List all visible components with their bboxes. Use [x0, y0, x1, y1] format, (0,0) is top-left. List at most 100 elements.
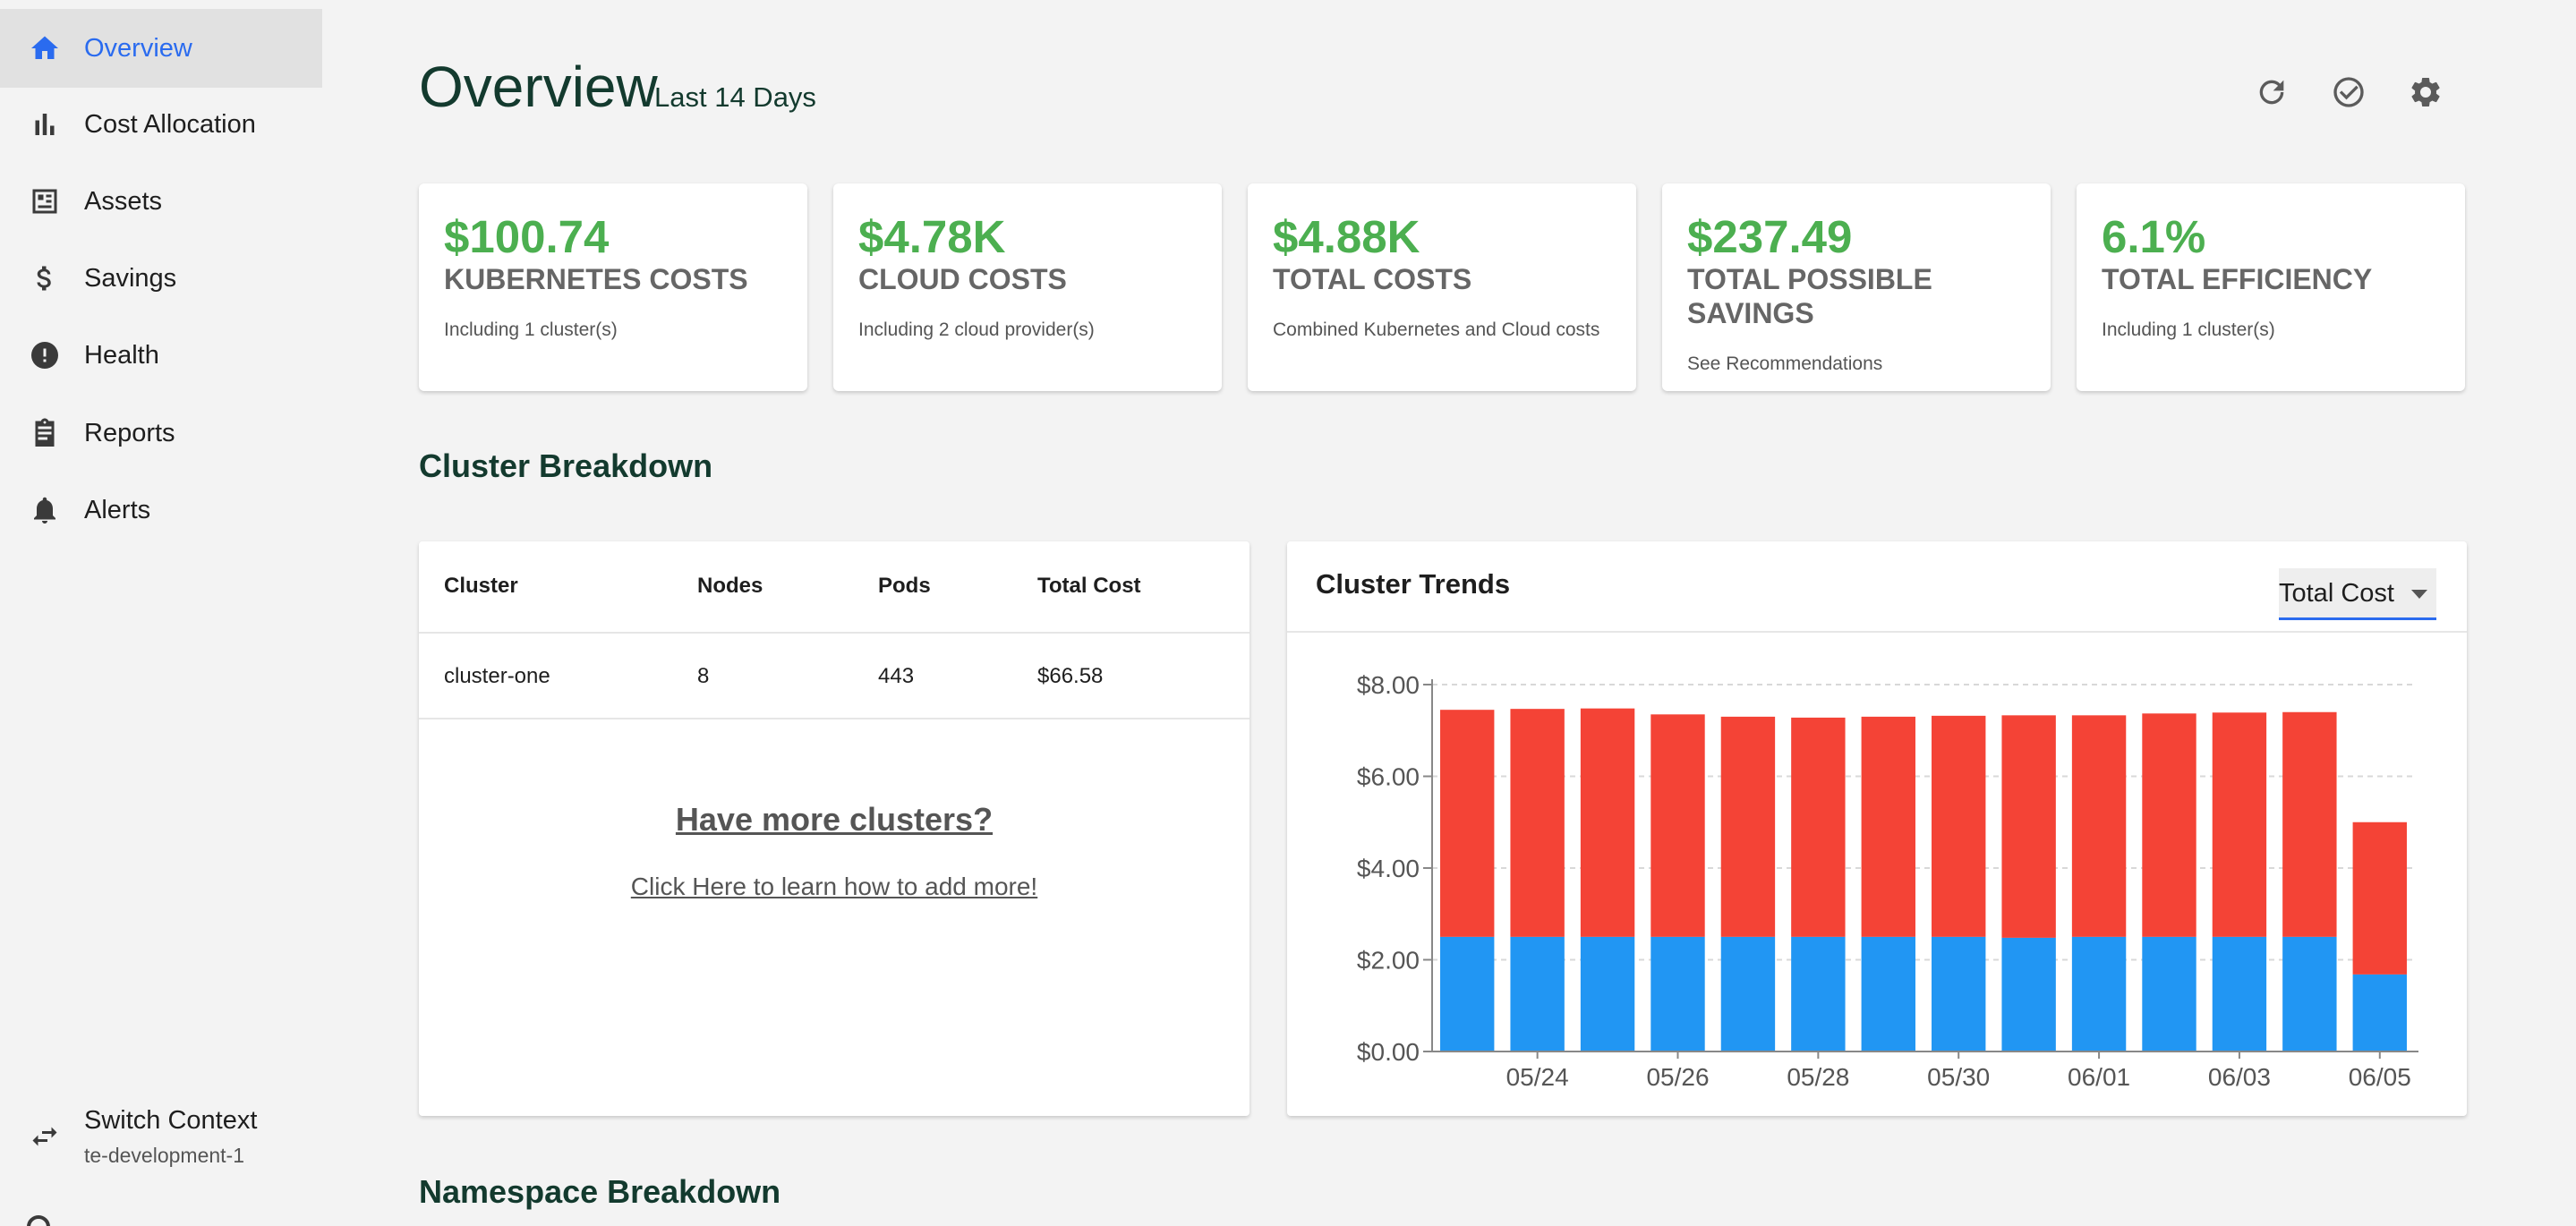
- y-tick-label: $2.00: [1357, 947, 1420, 975]
- bar-segment-0: [1651, 936, 1705, 1051]
- cell-cluster: cluster-one: [444, 664, 550, 688]
- metric-select[interactable]: Total Cost: [2279, 568, 2436, 620]
- sidebar-item-label: Overview: [84, 33, 192, 63]
- bar-segment-1: [1791, 717, 1846, 937]
- context-name: te-development-1: [84, 1144, 244, 1167]
- bar-segment-1: [1932, 715, 1986, 937]
- x-tick-label: 05/30: [1927, 1063, 1990, 1091]
- card-note: Including 2 cloud provider(s): [858, 319, 1095, 340]
- bar-segment-0: [2071, 936, 2127, 1051]
- dollar-icon: [27, 260, 63, 296]
- sidebar-item-label: Health: [84, 340, 159, 370]
- cell-nodes: 8: [697, 664, 710, 688]
- chevron-down-icon: [2411, 590, 2427, 599]
- sidebar-item-alerts[interactable]: Alerts: [0, 471, 322, 549]
- bar-segment-0: [1720, 936, 1776, 1051]
- bar-segment-0: [2212, 936, 2267, 1051]
- x-tick-label: 06/05: [2349, 1063, 2411, 1091]
- cluster-trends-chart: $0.00 $2.00 $4.00 $6.00 $8.00 05/24 05/26 05/28…: [1357, 671, 2418, 1091]
- x-tick-label: 05/28: [1787, 1063, 1849, 1091]
- cell-total-cost: $66.58: [1037, 664, 1104, 688]
- x-tick-label: 06/03: [2208, 1063, 2271, 1091]
- add-clusters-link[interactable]: Click Here to learn how to add more!: [419, 873, 1250, 901]
- bar-segment-0: [1791, 936, 1846, 1051]
- swap-icon: [27, 1119, 63, 1154]
- see-recommendations-link[interactable]: See Recommendations: [1687, 353, 1882, 375]
- x-tick-label: 05/24: [1506, 1063, 1569, 1091]
- column-header-pods[interactable]: Pods: [878, 574, 931, 599]
- cluster-breakdown-title: Cluster Breakdown: [419, 447, 713, 484]
- cluster-trends-panel: Cluster Trends Total Cost $0.00 $2.00 $4.0…: [1287, 541, 2467, 1116]
- card-value: $4.88K: [1273, 211, 1420, 262]
- bar-segment-0: [1510, 936, 1565, 1051]
- kubernetes-costs-card[interactable]: $100.74 KUBERNETES COSTS Including 1 clu…: [419, 183, 807, 391]
- sidebar-item-assets[interactable]: Assets: [0, 162, 322, 241]
- switch-context-label: Switch Context: [84, 1106, 258, 1135]
- sidebar-item-savings[interactable]: Savings: [0, 239, 322, 318]
- cluster-trends-title: Cluster Trends: [1316, 568, 1511, 600]
- bar-segment-1: [2352, 822, 2407, 975]
- check-button[interactable]: [2328, 72, 2369, 113]
- card-label: TOTAL POSSIBLE SAVINGS: [1687, 263, 1932, 329]
- card-label: TOTAL COSTS: [1273, 263, 1472, 295]
- card-label: KUBERNETES COSTS: [444, 263, 748, 295]
- bar-segment-0: [1932, 936, 1986, 1051]
- bell-icon: [27, 492, 63, 528]
- check-circle-icon: [2333, 77, 2364, 107]
- total-costs-card[interactable]: $4.88K TOTAL COSTS Combined Kubernetes a…: [1248, 183, 1636, 391]
- sidebar-item-label: Alerts: [84, 495, 151, 524]
- bar-segment-0: [2001, 937, 2056, 1051]
- switch-context-button[interactable]: Switch Context te-development-1: [0, 1099, 322, 1179]
- bar-segment-1: [1651, 714, 1705, 937]
- column-header-cluster[interactable]: Cluster: [444, 574, 518, 599]
- bar-segment-1: [2071, 715, 2127, 937]
- card-note: Combined Kubernetes and Cloud costs: [1273, 319, 1600, 340]
- settings-button[interactable]: [2405, 72, 2446, 113]
- bar-segment-1: [2142, 713, 2196, 937]
- card-label: TOTAL EFFICIENCY: [2102, 263, 2373, 295]
- card-note: Including 1 cluster(s): [444, 319, 618, 340]
- sidebar-item-reports[interactable]: Reports: [0, 394, 322, 473]
- bar-segment-1: [1720, 716, 1776, 937]
- bar-segment-0: [2142, 936, 2196, 1051]
- bar-segment-0: [1861, 936, 1915, 1051]
- refresh-button[interactable]: [2251, 72, 2292, 113]
- bar-chart-icon: [27, 106, 63, 142]
- bar-segment-1: [1580, 708, 1635, 937]
- cell-pods: 443: [878, 664, 915, 688]
- card-value: $237.49: [1687, 211, 1853, 262]
- total-efficiency-card[interactable]: 6.1% TOTAL EFFICIENCY Including 1 cluste…: [2077, 183, 2465, 391]
- bar-segment-1: [2212, 712, 2267, 937]
- total-possible-savings-card[interactable]: $237.49 TOTAL POSSIBLE SAVINGS See Recom…: [1662, 183, 2051, 391]
- y-tick-label: $0.00: [1357, 1038, 1420, 1066]
- card-value: 6.1%: [2102, 211, 2206, 262]
- page-subtitle: Last 14 Days: [654, 81, 816, 113]
- gear-icon: [2411, 77, 2440, 106]
- more-clusters-heading[interactable]: Have more clusters?: [419, 801, 1250, 839]
- bar-segment-1: [1861, 716, 1915, 937]
- column-header-nodes[interactable]: Nodes: [697, 574, 763, 599]
- sidebar-item-cost-allocation[interactable]: Cost Allocation: [0, 85, 322, 164]
- sidebar-item-label: Cost Allocation: [84, 109, 256, 139]
- table-row[interactable]: cluster-one 8 443 $66.58: [419, 634, 1250, 719]
- card-value: $100.74: [444, 211, 610, 262]
- y-tick-label: $6.00: [1357, 763, 1420, 791]
- bar-segment-0: [1440, 936, 1495, 1051]
- cloud-costs-card[interactable]: $4.78K CLOUD COSTS Including 2 cloud pro…: [833, 183, 1222, 391]
- cluster-table-panel: Cluster Nodes Pods Total Cost cluster-on…: [419, 541, 1250, 1116]
- column-header-total-cost[interactable]: Total Cost: [1037, 574, 1141, 599]
- y-tick-label: $4.00: [1357, 855, 1420, 882]
- sidebar-item-label: Savings: [84, 263, 177, 293]
- sidebar-item-label: Reports: [84, 418, 175, 447]
- bar-segment-0: [2282, 936, 2337, 1051]
- y-tick-label: $8.00: [1357, 671, 1420, 699]
- sidebar-item-health[interactable]: Health: [0, 316, 322, 395]
- sidebar-item-overview[interactable]: Overview: [0, 9, 322, 88]
- x-tick-label: 05/26: [1646, 1063, 1709, 1091]
- x-tick-label: 06/01: [2068, 1063, 2130, 1091]
- bar-segment-0: [2352, 974, 2407, 1051]
- card-label: CLOUD COSTS: [858, 263, 1067, 295]
- table-header: Cluster Nodes Pods Total Cost: [419, 541, 1250, 634]
- home-icon: [27, 30, 63, 66]
- bar-segment-1: [1510, 709, 1565, 937]
